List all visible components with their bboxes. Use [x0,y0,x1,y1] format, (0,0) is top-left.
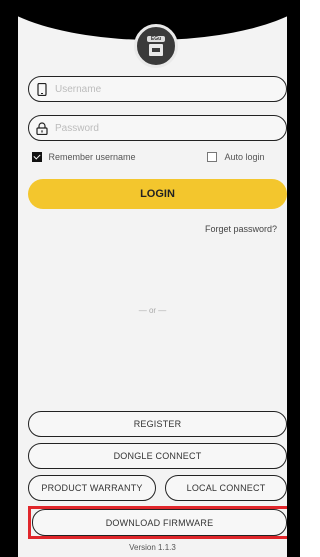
username-input[interactable] [55,83,255,95]
product-warranty-button[interactable]: PRODUCT WARRANTY [28,475,156,501]
phone-frame-right [287,0,300,557]
auto-login-checkbox[interactable]: Auto login [207,151,265,162]
phone-frame-left [0,0,18,557]
login-screen: EGu Remember username Auto login LOGIN F… [18,0,287,557]
download-firmware-highlight [28,506,287,539]
phone-icon [29,82,55,96]
username-field[interactable] [28,76,287,102]
lock-icon [29,121,55,135]
auto-login-label: Auto login [224,151,265,162]
password-input[interactable] [55,122,255,134]
dongle-connect-button[interactable]: DONGLE CONNECT [28,443,287,469]
app-logo: EGu [134,24,178,68]
checkbox-unchecked-icon[interactable] [207,151,217,162]
register-button[interactable]: REGISTER [28,411,287,437]
remember-username-checkbox[interactable]: Remember username [32,151,136,162]
checkbox-checked-icon[interactable] [32,151,42,162]
remember-username-label: Remember username [48,151,136,162]
forget-password-link[interactable]: Forget password? [205,224,277,234]
or-divider: — or — [138,306,167,315]
local-connect-button[interactable]: LOCAL CONNECT [165,475,287,501]
version-label: Version 1.1.3 [129,543,176,552]
password-field[interactable] [28,115,287,141]
logo-text: EGu [147,36,165,42]
device-icon [149,44,163,56]
login-button[interactable]: LOGIN [28,179,287,209]
